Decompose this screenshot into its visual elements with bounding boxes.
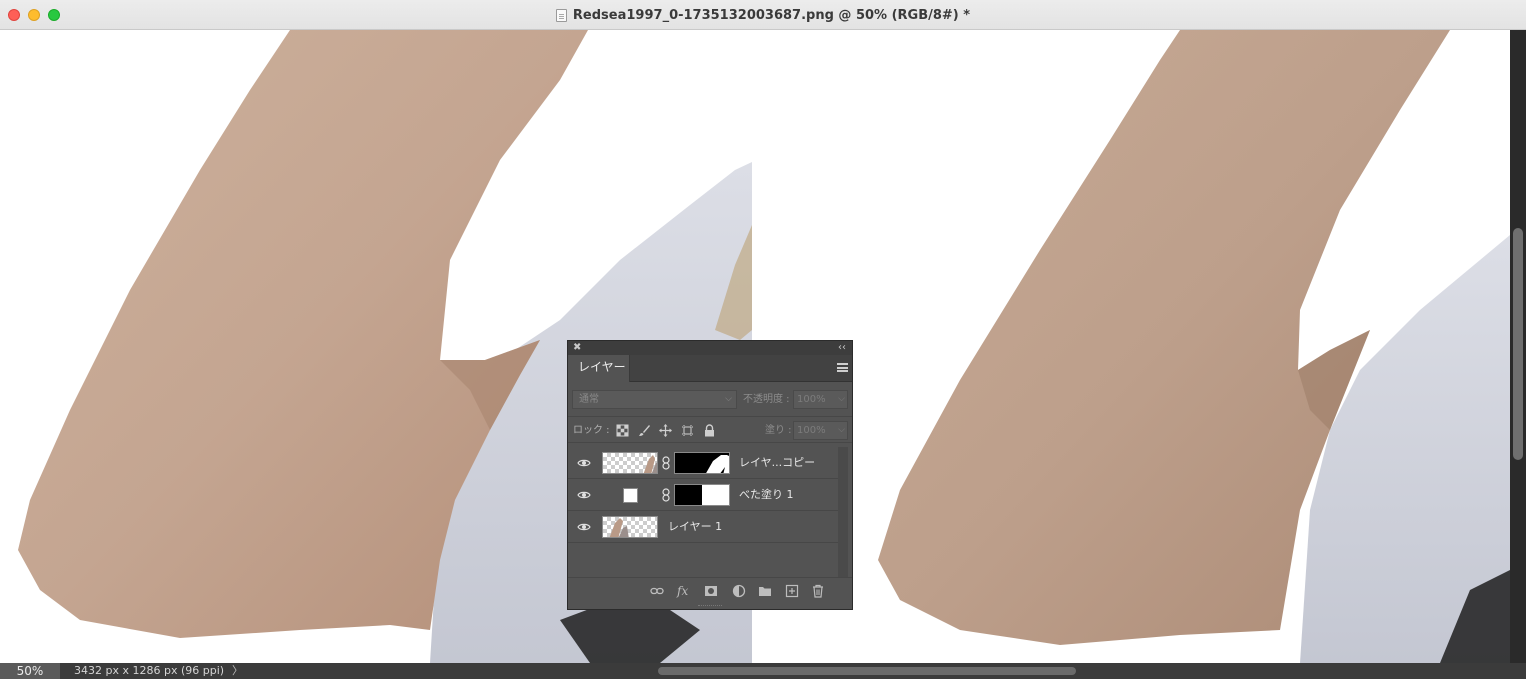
layers-panel: ✖ ‹‹ レイヤー 通常 ⌵ 不透明度 : 100% ⌵ ロック : 塗り: … [567,340,853,610]
opacity-label: 不透明度 : [743,394,790,405]
layer-name[interactable]: べた塗り 1 [739,479,794,511]
title-bar: Redsea1997_0-1735132003687.png @ 50% (RG… [0,0,1526,30]
layer-thumbnail[interactable] [602,516,658,538]
fx-icon[interactable]: fx [677,584,691,598]
new-layer-icon[interactable] [785,584,799,598]
vertical-scrollbar[interactable] [1510,30,1526,663]
trash-icon[interactable] [811,584,825,598]
fill-field[interactable]: 100% ⌵ [793,421,848,440]
document-icon [555,8,567,22]
chevron-down-icon: ⌵ [725,394,732,404]
lock-label: ロック : [573,425,610,436]
layer-row[interactable]: レイヤ...コピー [568,447,838,479]
title-wrap: Redsea1997_0-1735132003687.png @ 50% (RG… [0,0,1526,30]
fill-value: 100% [797,425,826,436]
chain-link-icon[interactable] [662,488,670,502]
chevron-down-icon: ⌵ [838,425,845,435]
layer-name[interactable]: レイヤ...コピー [739,447,815,479]
layers-list: レイヤ...コピー べた塗り 1 レイヤー 1 [568,447,838,543]
document-info: 3432 px x 1286 px (96 ppi) [74,664,225,677]
vertical-scroll-thumb[interactable] [1513,228,1523,460]
artboard-icon[interactable] [681,424,694,437]
fill-color-swatch[interactable] [623,488,638,503]
layer-thumbnail[interactable] [602,452,658,474]
chevron-down-icon: ⌵ [838,394,845,404]
panel-tab-row: レイヤー [568,355,852,382]
tab-layers[interactable]: レイヤー [568,355,630,382]
eye-icon[interactable] [577,458,591,468]
layer-mask-thumbnail[interactable] [674,484,730,506]
layer-name[interactable]: レイヤー 1 [668,511,722,543]
layer-row[interactable]: べた塗り 1 [568,479,838,511]
link-layers-icon[interactable] [650,584,664,598]
fill-label: 塗り : [765,425,792,436]
status-menu-arrow[interactable]: 〉 [232,663,243,679]
layer-thumbnail-art [609,518,629,537]
panel-header-strip[interactable]: ✖ ‹‹ [568,341,852,355]
blend-mode-select[interactable]: 通常 ⌵ [572,390,737,409]
chain-link-icon[interactable] [662,456,670,470]
lock-icon[interactable] [703,424,716,437]
horizontal-scroll-thumb[interactable] [658,667,1076,675]
lock-row: ロック : 塗り : 100% ⌵ [568,416,852,443]
eye-icon[interactable] [577,490,591,500]
panel-footer: fx [568,577,852,603]
window-title: Redsea1997_0-1735132003687.png @ 50% (RG… [572,7,971,23]
layer-mask-art [706,455,729,473]
panel-resize-grip[interactable] [698,605,722,608]
adjustment-layer-icon[interactable] [732,584,746,598]
folder-icon[interactable] [758,584,772,598]
layer-mask-thumbnail[interactable] [674,452,730,474]
layers-scrollbar[interactable] [838,447,848,577]
add-mask-icon[interactable] [704,584,718,598]
status-bar: 50% 3432 px x 1286 px (96 ppi) 〉 [0,663,1526,679]
move-icon[interactable] [659,424,672,437]
lock-transparent-pixels-icon[interactable] [616,424,629,437]
blend-row: 通常 ⌵ 不透明度 : 100% ⌵ [568,386,852,412]
hamburger-menu-icon[interactable] [837,363,848,372]
layer-thumbnail-art [643,455,657,473]
eye-icon[interactable] [577,522,591,532]
close-icon[interactable]: ✖ [573,342,581,354]
double-chevron-left-icon[interactable]: ‹‹ [838,341,846,354]
opacity-field[interactable]: 100% ⌵ [793,390,848,409]
brush-icon[interactable] [638,424,651,437]
zoom-level[interactable]: 50% [0,663,60,679]
layer-row[interactable]: レイヤー 1 [568,511,838,543]
blend-mode-value: 通常 [579,394,599,405]
opacity-value: 100% [797,394,826,405]
